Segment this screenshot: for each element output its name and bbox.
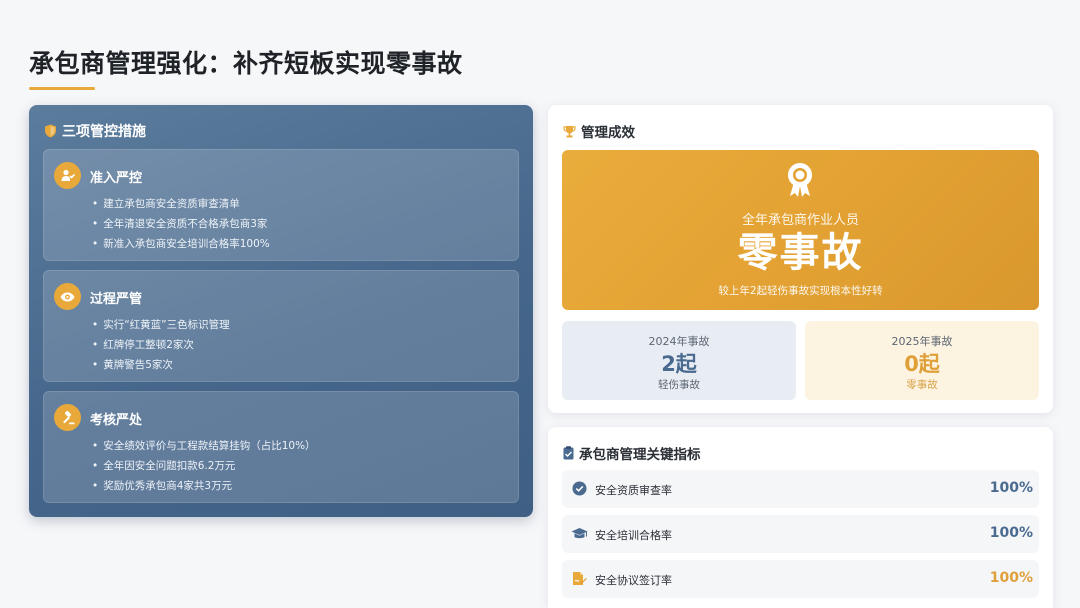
measure-card-admission: 准入严控 建立承包商安全资质审查清单 全年清退安全资质不合格承包商3家 新准入承… xyxy=(43,149,519,261)
year-label: 2025年事故 xyxy=(891,335,953,348)
year-value: 2起 xyxy=(661,352,697,376)
page-title: 承包商管理强化：补齐短板实现零事故 xyxy=(29,49,463,78)
measure-points: 实行“红黄蓝”三色标识管理 红牌停工整顿2家次 黄牌警告5家次 xyxy=(92,315,230,375)
indicator-label: 安全资质审查率 xyxy=(595,484,672,497)
list-item: 实行“红黄蓝”三色标识管理 xyxy=(92,315,229,335)
results-card: 管理成效 全年承包商作业人员 零事故 较上年2起轻伤事故实现根本性好转 2024… xyxy=(548,105,1053,413)
indicator-value: 100% xyxy=(989,570,1033,586)
indicators-card: 承包商管理关键指标 安全资质审查率 100% 安全培训合格率 100% 安全协议… xyxy=(548,427,1053,608)
measures-panel: 三项管控措施 准入严控 建立承包商安全资质审查清单 全年清退安全资质不合格承包商… xyxy=(29,105,533,517)
year-sub: 零事故 xyxy=(906,379,938,391)
measure-title: 准入严控 xyxy=(90,171,143,186)
measure-points: 建立承包商安全资质审查清单 全年清退安全资质不合格承包商3家 新准入承包商安全培… xyxy=(92,194,270,254)
gavel-icon xyxy=(54,404,81,431)
user-check-icon xyxy=(54,162,81,189)
indicator-row-training: 安全培训合格率 100% xyxy=(562,515,1039,553)
year-label: 2024年事故 xyxy=(648,335,710,348)
award-icon xyxy=(788,163,812,197)
file-signature-icon xyxy=(573,572,587,585)
shield-icon xyxy=(45,124,56,138)
list-item: 黄牌警告5家次 xyxy=(92,355,230,375)
title-underline xyxy=(29,87,95,90)
graduation-cap-icon xyxy=(571,528,588,539)
measures-header: 三项管控措施 xyxy=(44,121,146,141)
list-item: 建立承包商安全资质审查清单 xyxy=(92,194,270,214)
indicators-header: 承包商管理关键指标 xyxy=(563,443,701,463)
indicator-value: 100% xyxy=(989,480,1033,496)
measure-card-assessment: 考核严处 安全绩效评价与工程款结算挂钩（占比10%） 全年因安全问题扣款6.2万… xyxy=(43,391,519,503)
results-header: 管理成效 xyxy=(563,121,635,141)
measures-header-label: 三项管控措施 xyxy=(62,124,146,140)
check-circle-icon xyxy=(572,481,587,496)
zero-accident-banner: 全年承包商作业人员 零事故 较上年2起轻伤事故实现根本性好转 xyxy=(562,150,1039,310)
list-item: 全年清退安全资质不合格承包商3家 xyxy=(92,214,270,234)
indicator-label: 安全培训合格率 xyxy=(595,529,672,542)
measure-card-process: 过程严管 实行“红黄蓝”三色标识管理 红牌停工整顿2家次 黄牌警告5家次 xyxy=(43,270,519,382)
zero-note-text: 较上年2起轻伤事故实现根本性好转 xyxy=(718,285,883,297)
measure-points: 安全绩效评价与工程款结算挂钩（占比10%） 全年因安全问题扣款6.2万元 奖励优… xyxy=(92,436,316,496)
trophy-icon xyxy=(563,125,576,137)
measure-title: 考核严处 xyxy=(90,413,143,428)
year-sub: 轻伤事故 xyxy=(658,379,700,391)
eye-icon xyxy=(54,283,81,310)
list-item: 奖励优秀承包商4家共3万元 xyxy=(92,476,316,496)
year-2025-box: 2025年事故 0起 零事故 xyxy=(805,321,1039,400)
indicator-label: 安全协议签订率 xyxy=(595,574,672,587)
measure-title: 过程严管 xyxy=(90,292,143,307)
list-item: 红牌停工整顿2家次 xyxy=(92,335,230,355)
list-item: 安全绩效评价与工程款结算挂钩（占比10%） xyxy=(92,436,315,456)
indicators-header-label: 承包商管理关键指标 xyxy=(579,447,701,463)
indicator-row-agreement: 安全协议签订率 100% xyxy=(562,560,1039,598)
list-item: 新准入承包商安全培训合格率100% xyxy=(92,234,270,254)
zero-main-text: 零事故 xyxy=(737,230,864,276)
list-item: 全年因安全问题扣款6.2万元 xyxy=(92,456,316,476)
year-value: 0起 xyxy=(904,352,940,376)
year-2024-box: 2024年事故 2起 轻伤事故 xyxy=(562,321,796,400)
results-header-label: 管理成效 xyxy=(581,125,635,141)
clipboard-icon xyxy=(563,446,574,460)
indicator-row-qualification: 安全资质审查率 100% xyxy=(562,470,1039,508)
indicator-value: 100% xyxy=(989,525,1033,541)
